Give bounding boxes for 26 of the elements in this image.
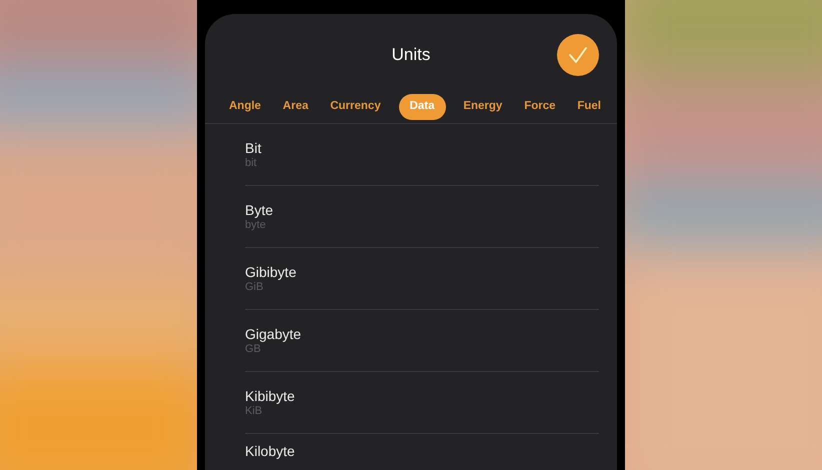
unit-symbol: byte bbox=[245, 219, 267, 232]
checkmark-icon bbox=[568, 46, 588, 64]
unit-symbol: GiB bbox=[245, 281, 264, 294]
unit-name: Kibibyte bbox=[245, 387, 296, 405]
unit-row[interactable]: Bit bit bbox=[245, 124, 599, 186]
unit-symbol: GB bbox=[245, 343, 262, 356]
unit-name: Gigabyte bbox=[245, 325, 302, 343]
category-tab[interactable]: Currency bbox=[326, 94, 385, 120]
category-tab[interactable]: Force bbox=[520, 94, 560, 120]
unit-row[interactable]: Byte byte bbox=[245, 186, 599, 248]
unit-name: Byte bbox=[245, 201, 274, 219]
category-tab[interactable]: Fuel bbox=[573, 94, 605, 120]
unit-symbol: bit bbox=[245, 157, 258, 170]
unit-row[interactable]: Gigabyte GB bbox=[245, 310, 599, 372]
unit-row[interactable]: Kilobyte bbox=[245, 434, 599, 460]
unit-row[interactable]: Gibibyte GiB bbox=[245, 248, 599, 310]
unit-name: Bit bbox=[245, 139, 262, 157]
category-tab[interactable]: Energy bbox=[459, 94, 506, 120]
confirm-button[interactable] bbox=[557, 34, 599, 76]
category-tab[interactable]: Angle bbox=[225, 94, 265, 120]
unit-name: Gibibyte bbox=[245, 263, 298, 281]
unit-symbol: KiB bbox=[245, 405, 264, 418]
category-tab[interactable]: Area bbox=[278, 94, 312, 120]
sheet-title: Units bbox=[392, 44, 430, 66]
unit-name: Kilobyte bbox=[245, 442, 296, 460]
unit-row[interactable]: Kibibyte KiB bbox=[245, 372, 599, 434]
